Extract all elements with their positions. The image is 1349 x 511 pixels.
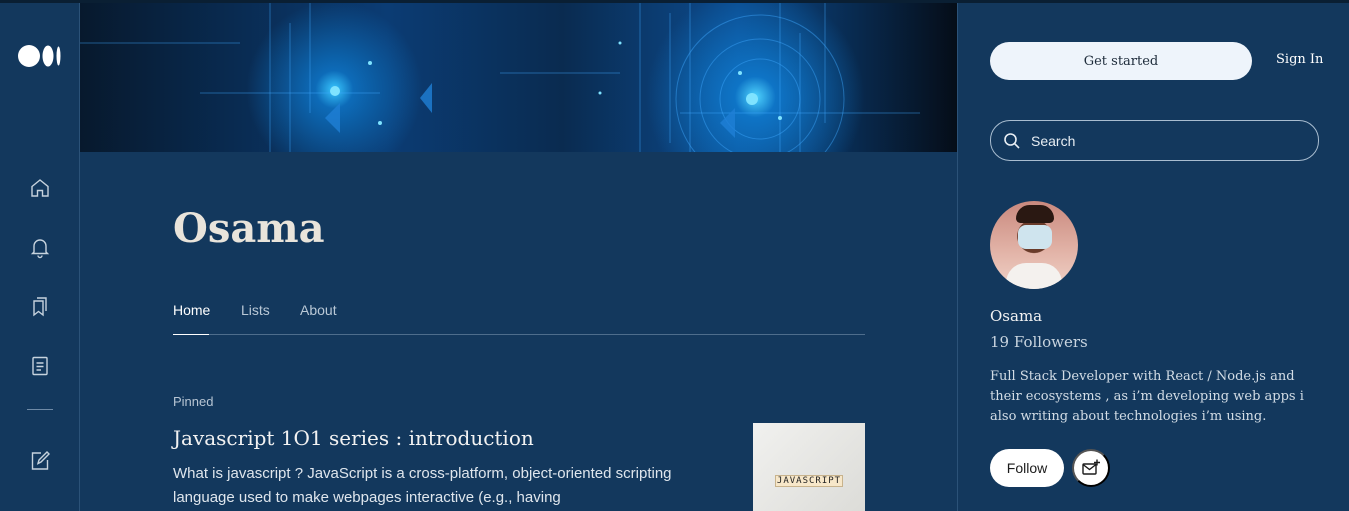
- author-bio: Full Stack Developer with React / Node.j…: [990, 369, 1304, 424]
- get-started-button[interactable]: Get started: [990, 42, 1252, 80]
- search-box[interactable]: [990, 120, 1319, 161]
- profile-name-heading: Osama: [173, 205, 325, 252]
- followers-count-link[interactable]: 19 Followers: [990, 333, 1088, 351]
- active-tab-underline: [173, 334, 209, 335]
- left-nav-rail: [0, 3, 80, 511]
- tab-home[interactable]: Home: [173, 302, 210, 318]
- sign-in-link[interactable]: Sign In: [1276, 52, 1323, 67]
- thumbnail-caption: JAVASCRIPT: [774, 475, 844, 487]
- author-name-link[interactable]: Osama: [990, 307, 1042, 325]
- main-content: Osama Home Lists About Pinned Javascript…: [80, 3, 957, 511]
- pinned-label: Pinned: [173, 394, 214, 409]
- article-title-link[interactable]: Javascript 1O1 series : introduction: [173, 426, 534, 450]
- search-input[interactable]: [1031, 131, 1301, 151]
- profile-tabs: Home Lists About: [173, 299, 865, 335]
- article-thumbnail[interactable]: JAVASCRIPT: [753, 423, 865, 511]
- right-sidebar: Get started Sign In Osama 19 Followers F…: [957, 3, 1349, 511]
- stories-icon[interactable]: [28, 354, 52, 378]
- medium-logo-icon[interactable]: [18, 43, 62, 69]
- subscribe-email-button[interactable]: [1072, 449, 1110, 487]
- mail-plus-icon: [1082, 459, 1100, 475]
- author-avatar[interactable]: [990, 201, 1078, 289]
- notification-bell-icon[interactable]: [28, 235, 52, 259]
- search-icon: [1004, 133, 1020, 149]
- tab-about[interactable]: About: [300, 302, 337, 318]
- article-snippet[interactable]: What is javascript ? JavaScript is a cro…: [173, 462, 673, 510]
- bookmarks-icon[interactable]: [28, 294, 52, 318]
- profile-banner-image: [80, 3, 957, 152]
- follow-button[interactable]: Follow: [990, 449, 1064, 487]
- write-icon[interactable]: [28, 449, 52, 473]
- home-icon[interactable]: [28, 176, 52, 200]
- banner-circuit-pattern: [80, 3, 920, 152]
- rail-divider: [27, 409, 53, 410]
- tab-lists[interactable]: Lists: [241, 302, 270, 318]
